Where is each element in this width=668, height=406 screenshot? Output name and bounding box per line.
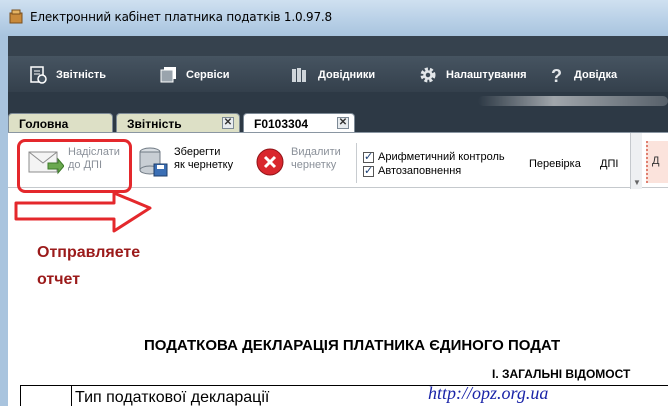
table-row-label: Тип податкової декларації	[75, 389, 270, 406]
tab-strip: Головна Звітність ✕ F0103304 ✕	[8, 112, 668, 133]
window-title: Електронний кабінет платника податків 1.…	[30, 10, 332, 24]
app-icon	[9, 9, 23, 24]
declaration-table: Тип податкової декларації	[20, 385, 668, 406]
ribbon-separator	[356, 143, 357, 183]
menu-settings[interactable]: Налаштування	[418, 64, 527, 86]
save-draft-button[interactable]: Зберегти як чернетку	[138, 146, 233, 178]
autofill-label: Автозаповнення	[378, 165, 462, 177]
window-titlebar: Електронний кабінет платника податків 1.…	[0, 0, 668, 36]
menu-directories-label: Довідники	[318, 69, 376, 81]
annotation-highlight	[17, 139, 132, 193]
checkbox-checked-icon	[363, 164, 374, 177]
watermark-url: http://opz.org.ua	[428, 383, 549, 403]
save-label-line1: Зберегти	[174, 146, 221, 158]
menu-help-label: Довідка	[574, 69, 618, 81]
books-icon	[292, 68, 306, 82]
menu-settings-label: Налаштування	[446, 69, 527, 81]
menu-help[interactable]: ? Довідка	[548, 64, 617, 86]
menu-services-label: Сервіси	[186, 69, 230, 81]
autofill-checkbox[interactable]: Автозаповнення	[363, 164, 462, 177]
close-icon[interactable]: ✕	[222, 117, 234, 129]
tab-reports[interactable]: Звітність ✕	[116, 113, 240, 133]
delete-icon	[256, 148, 284, 176]
services-icon	[160, 67, 176, 83]
delete-label-line1: Видалити	[291, 146, 341, 158]
window-frame	[0, 36, 8, 406]
report-icon	[30, 66, 47, 84]
tab-home[interactable]: Головна	[8, 113, 113, 133]
delete-draft-button[interactable]: Видалити чернетку	[255, 146, 341, 178]
save-label-line2: як чернетку	[174, 159, 234, 171]
ribbon-scrollbar[interactable]: ▼	[630, 133, 642, 189]
arith-control-checkbox[interactable]: Арифметичний контроль	[363, 150, 505, 163]
ribbon-overflow-label: Д	[652, 155, 660, 167]
declaration-title: ПОДАТКОВА ДЕКЛАРАЦІЯ ПЛАТНИКА ЄДИНОГО ПО…	[144, 337, 561, 354]
gear-icon	[420, 67, 436, 83]
tab-home-label: Головна	[19, 116, 69, 131]
close-icon[interactable]: ✕	[337, 117, 349, 129]
arith-control-label: Арифметичний контроль	[378, 151, 505, 163]
scroll-down-icon: ▼	[633, 178, 641, 187]
annotation-arrow-icon	[14, 191, 152, 233]
annotation-text-line2: отчет	[37, 271, 81, 288]
ribbon-overflow-panel[interactable]: Д	[646, 141, 668, 183]
database-save-icon	[139, 147, 168, 177]
checkbox-checked-icon	[363, 150, 374, 163]
menu-reports-label: Звітність	[56, 69, 107, 81]
tab-form-label: F0103304	[254, 116, 309, 131]
svg-text:?: ?	[551, 66, 562, 85]
menu-services[interactable]: Сервіси	[158, 64, 229, 86]
annotation-text-line1: Отправляете	[37, 244, 141, 261]
main-toolbar: Звітність Сервіси Довідники Налаштування	[8, 36, 668, 112]
help-icon: ?	[551, 66, 562, 85]
section-heading: І. ЗАГАЛЬНІ ВІДОМОСТ	[492, 367, 631, 381]
dpi-button[interactable]: ДПІ	[600, 158, 618, 170]
menu-directories[interactable]: Довідники	[290, 64, 375, 86]
delete-label-line2: чернетку	[291, 159, 337, 171]
menu-reports[interactable]: Звітність	[28, 64, 106, 86]
verify-button[interactable]: Перевірка	[529, 158, 581, 170]
tab-form[interactable]: F0103304 ✕	[243, 113, 355, 133]
tab-reports-label: Звітність	[127, 116, 182, 131]
